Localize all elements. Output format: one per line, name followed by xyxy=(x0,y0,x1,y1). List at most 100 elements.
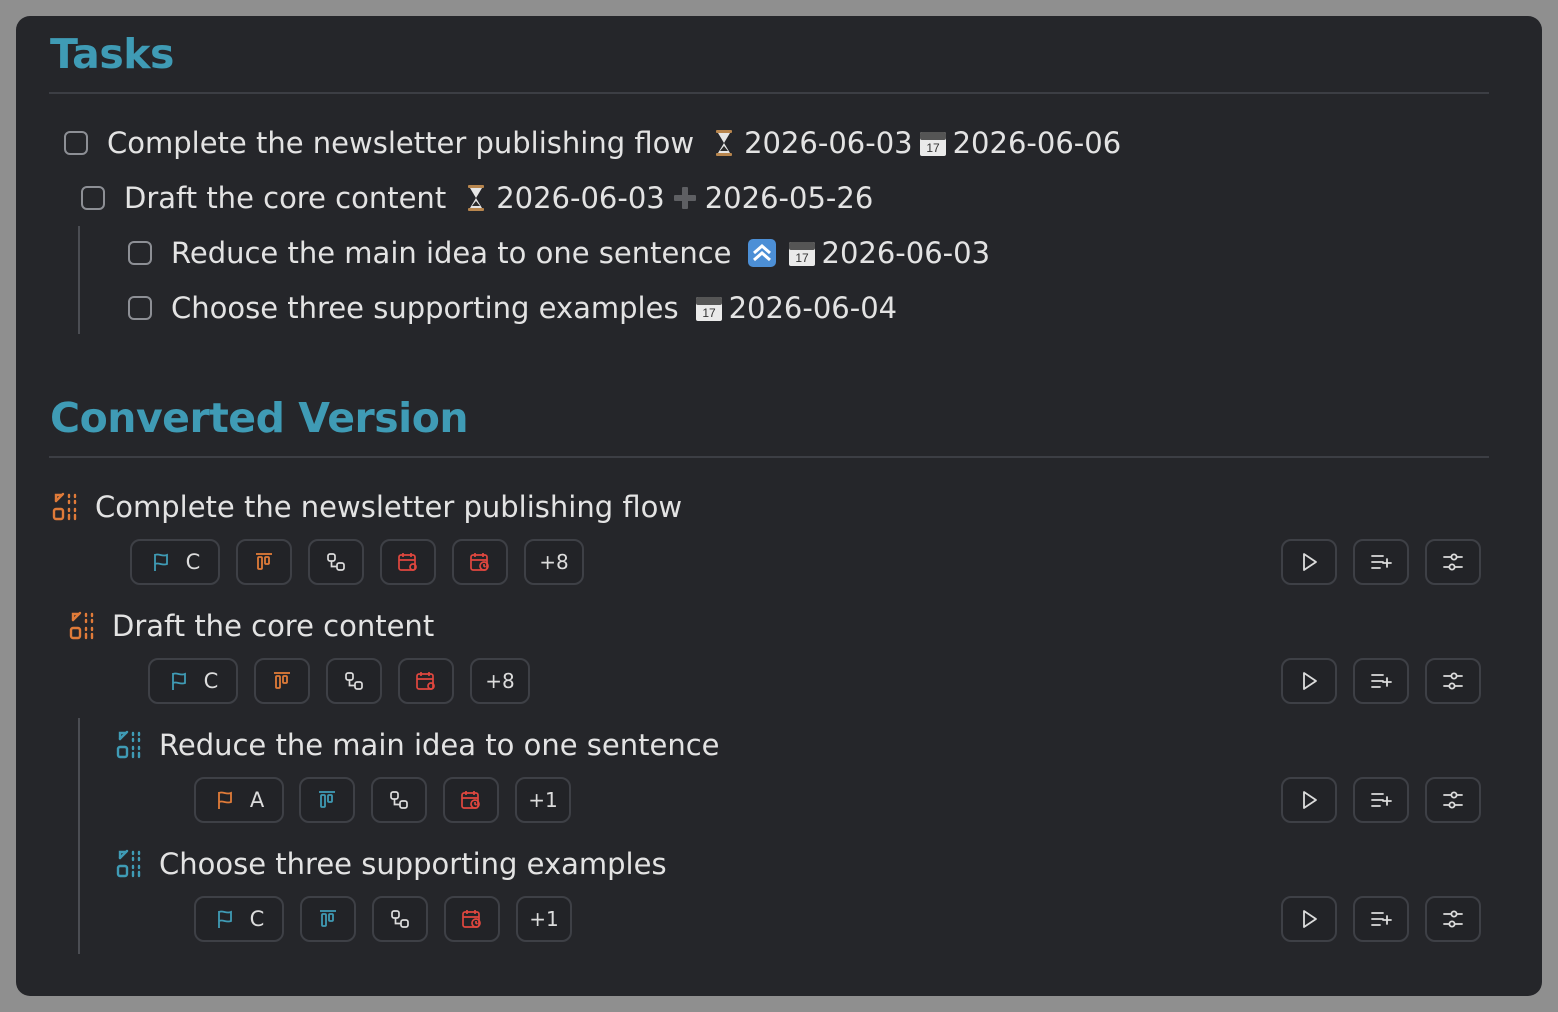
list-plus-icon xyxy=(1371,912,1392,926)
svg-text:17: 17 xyxy=(926,141,940,155)
converted-task-text: Complete the newsletter publishing flow xyxy=(95,490,683,524)
due-pill[interactable] xyxy=(444,896,500,942)
due-date: 2026-06-06 xyxy=(952,126,1122,160)
more-fields-pill[interactable]: +8 xyxy=(524,539,584,585)
priority-pill[interactable]: C xyxy=(194,896,284,942)
dependency-icon xyxy=(390,791,408,809)
task-type-icon xyxy=(116,730,141,759)
converted-task-title[interactable]: Draft the core content xyxy=(67,606,434,646)
md-task-item: Reduce the main idea to one sentence 17 … xyxy=(128,233,990,273)
heading-divider xyxy=(49,92,1489,94)
priority-label: C xyxy=(185,550,201,574)
calendar-clock-icon xyxy=(470,553,489,571)
svg-text:17: 17 xyxy=(795,251,809,265)
task-settings-button[interactable] xyxy=(1425,777,1481,823)
more-count: +8 xyxy=(539,550,569,574)
priority-pill[interactable]: C xyxy=(130,539,220,585)
calendar-clock-icon xyxy=(461,791,480,809)
dependency-pill[interactable] xyxy=(371,777,427,823)
more-fields-pill[interactable]: +1 xyxy=(515,777,571,823)
task-meta-row: A +1 xyxy=(16,777,1542,823)
md-task-item: Complete the newsletter publishing flow … xyxy=(64,123,1121,163)
created-date: 2026-05-26 xyxy=(704,181,874,215)
calendar-icon: 17 xyxy=(917,127,949,159)
dependency-icon xyxy=(345,672,363,690)
task-meta-row: C +8 xyxy=(16,658,1542,704)
align-top-icon xyxy=(256,553,272,570)
task-meta-row: C +8 xyxy=(16,539,1542,585)
play-icon xyxy=(1303,910,1317,928)
converted-heading: Converted Version xyxy=(50,394,469,442)
task-panel: Tasks Complete the newsletter publishing… xyxy=(16,16,1542,996)
list-plus-icon xyxy=(1371,793,1392,807)
scheduled-date: 2026-06-03 xyxy=(744,126,913,160)
task-checkbox[interactable] xyxy=(128,241,152,265)
task-settings-button[interactable] xyxy=(1425,658,1481,704)
sliders-icon xyxy=(1443,553,1463,571)
task-checkbox[interactable] xyxy=(128,296,152,320)
plus-icon xyxy=(669,182,701,214)
priority-pill[interactable]: A xyxy=(194,777,284,823)
priority-label: A xyxy=(249,788,265,812)
flag-icon xyxy=(171,672,186,690)
indent-guide xyxy=(78,226,80,334)
date-pill[interactable] xyxy=(380,539,436,585)
converted-task-title[interactable]: Complete the newsletter publishing flow xyxy=(50,487,682,527)
task-type-icon xyxy=(52,492,77,521)
add-subtask-button[interactable] xyxy=(1353,539,1409,585)
list-plus-icon xyxy=(1371,674,1392,688)
calendar-gear-icon xyxy=(416,672,435,690)
task-settings-button[interactable] xyxy=(1425,896,1481,942)
md-task-item: Draft the core content 2026-06-03 2026-0… xyxy=(81,178,873,218)
svg-text:17: 17 xyxy=(702,306,716,320)
more-fields-pill[interactable]: +8 xyxy=(470,658,530,704)
scheduled-date: 2026-06-03 xyxy=(496,181,665,215)
hourglass-icon xyxy=(708,127,740,159)
flag-icon xyxy=(217,910,232,928)
add-subtask-button[interactable] xyxy=(1353,896,1409,942)
converted-task-title[interactable]: Choose three supporting examples xyxy=(114,844,667,884)
md-task-item: Choose three supporting examples 17 2026… xyxy=(128,288,897,328)
task-checkbox[interactable] xyxy=(81,186,105,210)
dependency-pill[interactable] xyxy=(372,896,428,942)
calendar-gear-icon xyxy=(398,553,417,571)
priority-label: C xyxy=(203,669,219,693)
align-top-pill[interactable] xyxy=(299,777,355,823)
due-pill[interactable] xyxy=(443,777,499,823)
task-checkbox[interactable] xyxy=(64,131,88,155)
heading-divider xyxy=(49,456,1489,458)
converted-task-title[interactable]: Reduce the main idea to one sentence xyxy=(114,725,720,765)
due-pill[interactable] xyxy=(452,539,508,585)
flag-icon xyxy=(217,791,232,809)
double-up-arrow-icon xyxy=(746,237,778,269)
start-button[interactable] xyxy=(1281,896,1337,942)
sliders-icon xyxy=(1443,910,1463,928)
md-task-text: Reduce the main idea to one sentence xyxy=(171,236,732,270)
dependency-icon xyxy=(391,910,409,928)
dependency-pill[interactable] xyxy=(326,658,382,704)
start-button[interactable] xyxy=(1281,777,1337,823)
add-subtask-button[interactable] xyxy=(1353,777,1409,823)
more-fields-pill[interactable]: +1 xyxy=(516,896,572,942)
list-plus-icon xyxy=(1371,555,1392,569)
play-icon xyxy=(1303,791,1317,809)
dependency-pill[interactable] xyxy=(308,539,364,585)
align-top-pill[interactable] xyxy=(254,658,310,704)
sliders-icon xyxy=(1443,672,1463,690)
date-pill[interactable] xyxy=(398,658,454,704)
add-subtask-button[interactable] xyxy=(1353,658,1409,704)
due-date: 2026-06-03 xyxy=(821,236,991,270)
align-top-pill[interactable] xyxy=(236,539,292,585)
start-button[interactable] xyxy=(1281,539,1337,585)
md-task-text: Complete the newsletter publishing flow xyxy=(107,126,695,160)
md-task-text: Draft the core content xyxy=(124,181,447,215)
tasks-heading: Tasks xyxy=(50,30,174,78)
start-button[interactable] xyxy=(1281,658,1337,704)
task-settings-button[interactable] xyxy=(1425,539,1481,585)
align-top-pill[interactable] xyxy=(300,896,356,942)
flag-icon xyxy=(153,553,168,571)
converted-task-text: Draft the core content xyxy=(112,609,435,643)
converted-task-text: Reduce the main idea to one sentence xyxy=(159,728,720,762)
priority-pill[interactable]: C xyxy=(148,658,238,704)
priority-label: C xyxy=(249,907,265,931)
